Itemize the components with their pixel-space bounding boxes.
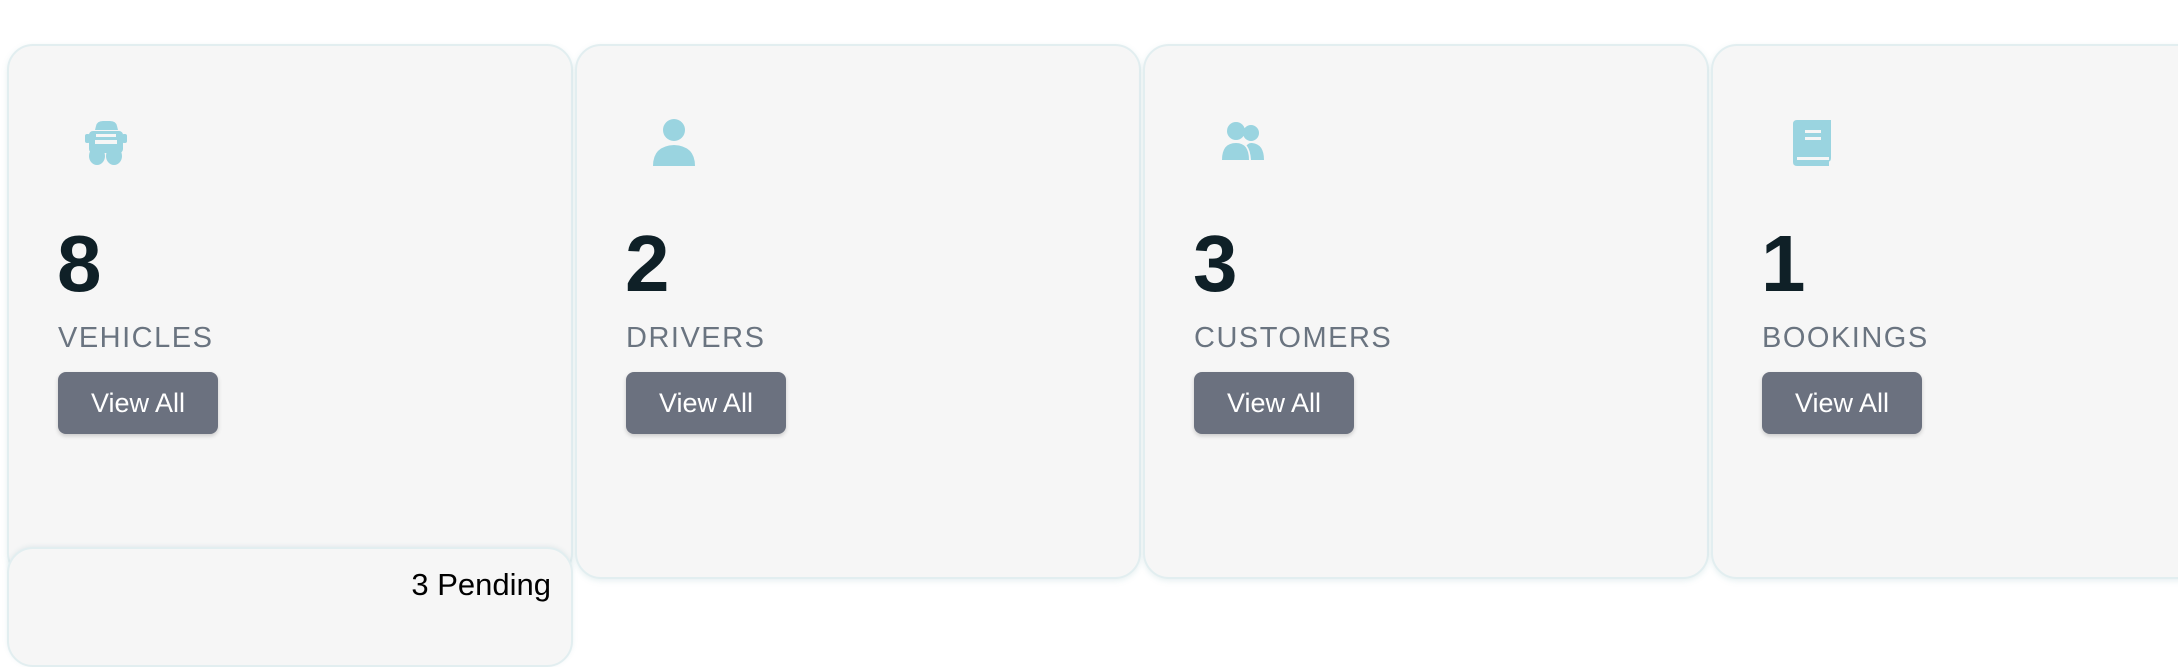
view-all-customers-button[interactable]: View All	[1194, 372, 1354, 434]
customers-label: CUSTOMERS	[1194, 322, 1393, 354]
vehicles-count: 8	[57, 219, 102, 308]
car-icon	[81, 118, 131, 168]
stats-cards: 8 VEHICLES View All 2 DRIVERS View All 3…	[7, 44, 2178, 624]
vehicles-label: VEHICLES	[58, 322, 214, 354]
view-all-bookings-button[interactable]: View All	[1762, 372, 1922, 434]
drivers-count: 2	[625, 219, 670, 308]
pending-card: 3 Pending	[7, 547, 573, 667]
user-icon	[649, 118, 699, 168]
customers-card: 3 CUSTOMERS View All	[1143, 44, 1709, 579]
pending-count-text: 3 Pending	[411, 567, 551, 602]
view-all-vehicles-button[interactable]: View All	[58, 372, 218, 434]
bookings-count: 1	[1761, 219, 1806, 308]
book-icon	[1785, 118, 1835, 168]
drivers-label: DRIVERS	[626, 322, 766, 354]
bookings-card: 1 BOOKINGS View All	[1711, 44, 2178, 579]
drivers-card: 2 DRIVERS View All	[575, 44, 1141, 579]
users-icon	[1217, 118, 1267, 168]
bookings-label: BOOKINGS	[1762, 322, 1929, 354]
vehicles-card: 8 VEHICLES View All	[7, 44, 573, 579]
customers-count: 3	[1193, 219, 1238, 308]
view-all-drivers-button[interactable]: View All	[626, 372, 786, 434]
